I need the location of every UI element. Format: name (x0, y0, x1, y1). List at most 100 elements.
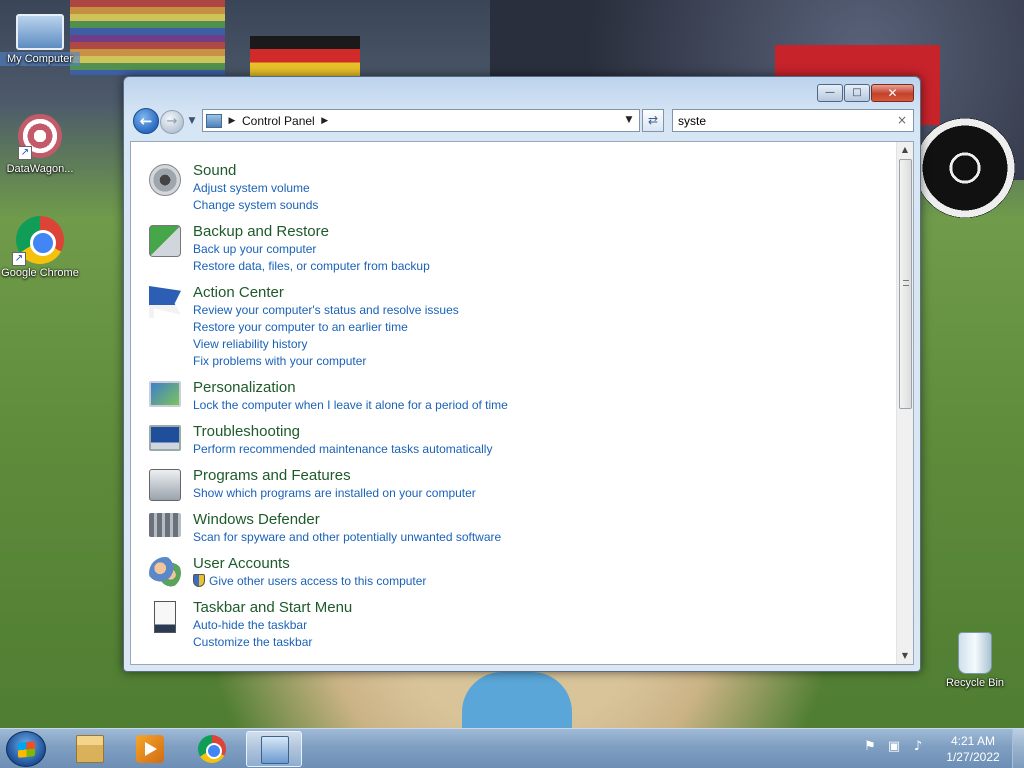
result-title-link[interactable]: Troubleshooting (193, 423, 300, 440)
address-dropdown-icon[interactable]: ▼ (619, 110, 639, 131)
taskbar-app-explorer[interactable] (62, 731, 118, 767)
scroll-up-arrow-icon[interactable]: ▲ (897, 142, 913, 158)
wallpaper-character (462, 672, 572, 728)
result-task-link[interactable]: Adjust system volume (193, 180, 889, 197)
result-item: Programs and Features Show which programs… (149, 467, 889, 502)
maximize-button[interactable]: □ (844, 84, 870, 102)
taskbar-app-control-panel[interactable] (246, 731, 302, 767)
defender-icon[interactable] (149, 513, 181, 537)
result-task-link[interactable]: Change system sounds (193, 197, 889, 214)
network-icon[interactable]: ▣ (886, 739, 902, 755)
troubleshoot-icon[interactable] (149, 425, 181, 451)
wallpaper-flags (70, 0, 225, 75)
result-title-link[interactable]: User Accounts (193, 555, 290, 572)
result-task-link[interactable]: Perform recommended maintenance tasks au… (193, 441, 889, 458)
wallpaper-flag (250, 36, 360, 76)
users-icon[interactable] (149, 557, 181, 589)
monitor-icon[interactable] (149, 381, 181, 407)
show-desktop-button[interactable] (1012, 729, 1024, 768)
scroll-down-arrow-icon[interactable]: ▼ (897, 648, 913, 664)
search-input[interactable] (673, 110, 883, 131)
desktop-icon-label: Recycle Bin (945, 677, 1005, 689)
result-title-link[interactable]: Windows Defender (193, 511, 320, 528)
desktop-icon-label: My Computer (0, 52, 80, 66)
close-button[interactable]: ✕ (871, 84, 914, 102)
result-task-link[interactable]: View reliability history (193, 336, 889, 353)
desktop-icon-google-chrome[interactable]: ↗ Google Chrome (0, 216, 80, 280)
taskbar-app-media-player[interactable] (122, 731, 178, 767)
result-item: Windows Defender Scan for spyware and oth… (149, 511, 889, 546)
shortcut-arrow-icon: ↗ (18, 146, 32, 160)
result-item: Action Center Review your computer's stat… (149, 284, 889, 370)
recycle-bin-icon (958, 632, 992, 674)
scrollbar-grip (903, 280, 909, 286)
result-title-link[interactable]: Programs and Features (193, 467, 351, 484)
result-task-link[interactable]: Give other users access to this computer (193, 573, 889, 590)
system-tray: ⚑ ▣ ♪ (862, 739, 926, 755)
clear-search-icon[interactable]: × (897, 113, 907, 127)
flag-icon[interactable] (149, 286, 181, 318)
result-task-link[interactable]: Show which programs are installed on you… (193, 485, 889, 502)
refresh-button[interactable]: ⇄ (642, 109, 664, 132)
clock[interactable]: 4:21 AM 1/27/2022 (938, 733, 1008, 765)
result-title-link[interactable]: Backup and Restore (193, 223, 329, 240)
start-button[interactable] (6, 731, 46, 767)
control-panel-window: — □ ✕ ← → ▼ ▶ Control Panel ▶ ▼ ⇄ × Soun… (123, 76, 921, 672)
taskbar-app-chrome[interactable] (184, 731, 240, 767)
forward-button[interactable]: → (160, 110, 184, 134)
back-button[interactable]: ← (133, 108, 159, 134)
desktop-icon-recycle-bin[interactable]: Recycle Bin (935, 632, 1015, 690)
volume-icon[interactable]: ♪ (910, 739, 926, 755)
clock-time: 4:21 AM (950, 734, 996, 748)
scrollbar-thumb[interactable] (899, 159, 912, 409)
control-panel-icon (206, 113, 222, 128)
taskbar: ⚑ ▣ ♪ 4:21 AM 1/27/2022 (0, 728, 1024, 768)
result-task-link[interactable]: Restore your computer to an earlier time (193, 319, 889, 336)
result-task-link[interactable]: Customize the taskbar (193, 634, 889, 651)
result-task-link[interactable]: Back up your computer (193, 241, 889, 258)
result-item: Personalization Lock the computer when I … (149, 379, 889, 414)
clock-date: 1/27/2022 (946, 750, 1000, 764)
result-item: User Accounts Give other users access to … (149, 555, 889, 590)
chrome-icon: ↗ (12, 216, 64, 266)
result-title-link[interactable]: Action Center (193, 284, 284, 301)
navigation-bar: ← → ▼ ▶ Control Panel ▶ ▼ ⇄ × (132, 108, 914, 157)
computer-icon (16, 14, 64, 50)
results-list: Sound Adjust system volume Change system s… (149, 162, 889, 660)
result-title-link[interactable]: Taskbar and Start Menu (193, 599, 352, 616)
result-title-link[interactable]: Sound (193, 162, 236, 179)
result-task-link[interactable]: Review your computer's status and resolv… (193, 302, 889, 319)
result-title-link[interactable]: Personalization (193, 379, 296, 396)
uac-shield-icon (193, 574, 205, 587)
result-task-link[interactable]: Restore data, files, or computer from ba… (193, 258, 889, 275)
vertical-scrollbar[interactable]: ▲ ▼ (896, 142, 913, 664)
result-task-link[interactable]: Fix problems with your computer (193, 353, 889, 370)
address-bar[interactable]: ▶ Control Panel ▶ ▼ (202, 109, 640, 132)
chrome-icon (198, 735, 226, 763)
desktop-icon-datawagon[interactable]: ↗ DataWagon... (0, 112, 80, 176)
desktop-icon-label: DataWagon... (6, 163, 74, 175)
result-item: Sound Adjust system volume Change system s… (149, 162, 889, 214)
result-task-link[interactable]: Scan for spyware and other potentially u… (193, 529, 889, 546)
result-task-link[interactable]: Auto-hide the taskbar (193, 617, 889, 634)
minimize-button[interactable]: — (817, 84, 843, 102)
search-results-pane: Sound Adjust system volume Change system s… (130, 141, 914, 665)
desktop-icon-my-computer[interactable]: My Computer (0, 8, 80, 66)
recent-pages-button[interactable]: ▼ (186, 114, 198, 128)
breadcrumb-chevron-icon[interactable]: ▶ (319, 116, 331, 126)
backup-icon[interactable] (149, 225, 181, 257)
media-player-icon (136, 735, 164, 763)
result-item: Taskbar and Start Menu Auto-hide the task… (149, 599, 889, 651)
search-box[interactable]: × (672, 109, 914, 132)
result-item: Troubleshooting Perform recommended maint… (149, 423, 889, 458)
breadcrumb-control-panel[interactable]: Control Panel (238, 114, 319, 128)
programs-icon[interactable] (149, 469, 181, 501)
result-task-label: Give other users access to this computer (209, 574, 427, 588)
datawagon-icon-wrap: ↗ (16, 112, 64, 160)
speaker-icon[interactable] (149, 164, 181, 196)
result-task-link[interactable]: Lock the computer when I leave it alone … (193, 397, 889, 414)
taskbar-icon[interactable] (154, 601, 176, 633)
wallpaper-sun-wheel (915, 118, 1015, 218)
breadcrumb-chevron-icon[interactable]: ▶ (226, 116, 238, 126)
action-center-flag-icon[interactable]: ⚑ (862, 739, 878, 755)
